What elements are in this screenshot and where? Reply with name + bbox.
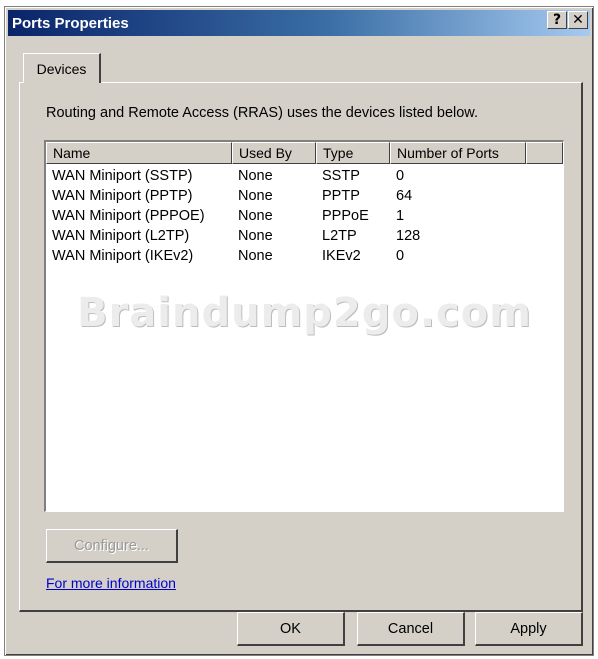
devices-panel: Routing and Remote Access (RRAS) uses th… [19, 82, 583, 612]
table-row[interactable]: WAN Miniport (PPPOE) None PPPoE 1 [46, 206, 563, 226]
cell-used-by: None [238, 228, 273, 244]
cell-type: L2TP [322, 228, 357, 244]
cancel-button[interactable]: Cancel [357, 612, 465, 646]
devices-description: Routing and Remote Access (RRAS) uses th… [46, 105, 478, 121]
cell-name: WAN Miniport (IKEv2) [52, 248, 194, 264]
cell-used-by: None [238, 208, 273, 224]
more-info-link[interactable]: For more information [46, 575, 176, 591]
cell-type: SSTP [322, 168, 360, 184]
cell-ports: 0 [396, 168, 405, 184]
cell-type: PPTP [322, 188, 360, 204]
window-title: Ports Properties [12, 14, 129, 32]
cell-name: WAN Miniport (SSTP) [52, 168, 193, 184]
table-row[interactable]: WAN Miniport (PPTP) None PPTP 64 [46, 186, 563, 206]
column-header-used-by[interactable]: Used By [232, 142, 316, 164]
close-button[interactable]: ✕ [568, 11, 588, 29]
tab-devices[interactable]: Devices [23, 53, 101, 83]
configure-button[interactable]: Configure... [46, 529, 178, 563]
cell-type: IKEv2 [322, 248, 361, 264]
cell-name: WAN Miniport (PPPOE) [52, 208, 205, 224]
title-bar[interactable]: Ports Properties [8, 10, 590, 36]
watermark: Braindump2go.com [77, 290, 532, 336]
help-button[interactable]: ? [547, 11, 567, 29]
cell-ports: 0 [396, 248, 405, 264]
close-icon: ✕ [572, 12, 584, 28]
cell-used-by: None [238, 188, 273, 204]
cell-ports: 128 [396, 228, 421, 244]
tab-devices-label: Devices [36, 60, 87, 77]
table-row[interactable]: WAN Miniport (IKEv2) None IKEv2 0 [46, 246, 563, 266]
list-rows: WAN Miniport (SSTP) None SSTP 0 WAN Mini… [46, 166, 563, 266]
column-header-name[interactable]: Name [46, 142, 232, 164]
cell-name: WAN Miniport (PPTP) [52, 188, 193, 204]
table-row[interactable]: WAN Miniport (SSTP) None SSTP 0 [46, 166, 563, 186]
apply-button[interactable]: Apply [475, 612, 583, 646]
cell-type: PPPoE [322, 208, 369, 224]
ports-properties-dialog: Ports Properties ? ✕ Devices Routing and… [4, 6, 594, 656]
ok-button[interactable]: OK [237, 612, 345, 646]
column-header-type[interactable]: Type [316, 142, 390, 164]
cell-name: WAN Miniport (L2TP) [52, 228, 190, 244]
devices-list[interactable]: Name Used By Type Number of Ports WAN Mi… [44, 140, 564, 512]
cell-ports: 64 [396, 188, 413, 204]
cell-ports: 1 [396, 208, 405, 224]
table-row[interactable]: WAN Miniport (L2TP) None L2TP 128 [46, 226, 563, 246]
column-header-number-of-ports[interactable]: Number of Ports [390, 142, 526, 164]
cell-used-by: None [238, 248, 273, 264]
list-header: Name Used By Type Number of Ports [46, 142, 563, 164]
column-header-filler [526, 142, 563, 164]
cell-used-by: None [238, 168, 273, 184]
